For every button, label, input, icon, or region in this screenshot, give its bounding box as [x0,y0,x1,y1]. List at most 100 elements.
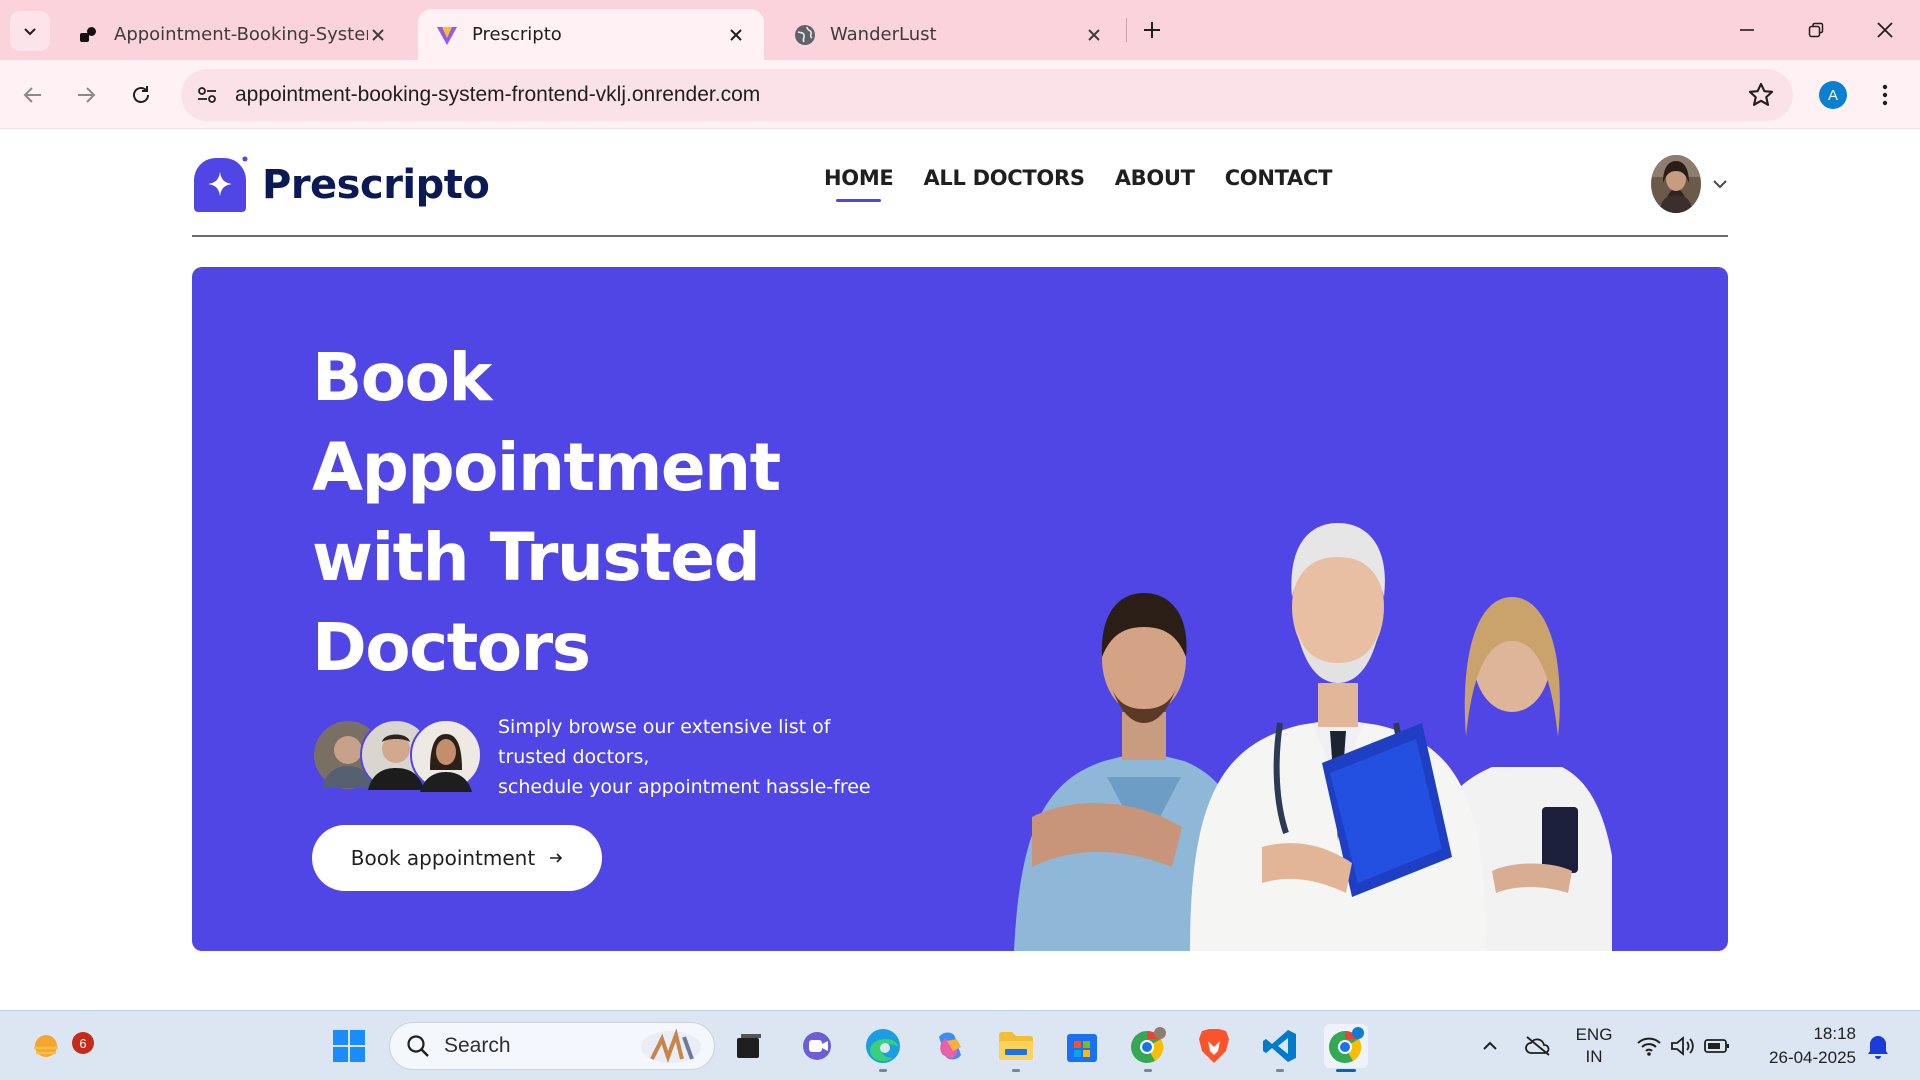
video-chat-icon [803,1032,831,1060]
profile-avatar[interactable]: A [1819,81,1847,109]
start-button[interactable] [327,1024,371,1068]
arrow-right-icon [78,87,96,103]
header-divider [192,235,1728,237]
arrow-right-icon [550,853,563,863]
folder-icon [999,1032,1033,1060]
brand-name: Prescripto [262,162,490,208]
weather-widget[interactable]: 6 [24,1024,94,1068]
clock-date: 26-04-2025 [1769,1048,1856,1067]
vscode-button[interactable] [1258,1024,1302,1072]
plus-icon [1144,22,1160,38]
battery-icon [1704,1039,1729,1053]
forward-button[interactable] [67,76,105,114]
region-code: IN [1585,1047,1603,1066]
copilot-button[interactable] [928,1024,972,1068]
close-icon [1877,22,1893,38]
onedrive-status[interactable] [1516,1024,1560,1068]
windows-taskbar: 6 Search ENG IN 18:18 26-04-2025 [0,1010,1920,1080]
tab-prescripto[interactable]: Prescripto [418,9,764,60]
browser-toolbar: appointment-booking-system-frontend-vklj… [0,60,1920,129]
bell-icon [1868,1036,1888,1059]
chrome-icon [1131,1027,1166,1063]
store-button[interactable] [1060,1024,1104,1068]
arrow-left-icon [23,87,41,103]
restore-icon [1808,22,1824,38]
nav-all-doctors[interactable]: ALL DOCTORS [923,166,1085,190]
address-bar[interactable]: appointment-booking-system-frontend-vklj… [181,69,1793,121]
chrome-profile-button[interactable] [1126,1024,1170,1072]
chevron-down-icon [24,28,36,36]
nav-contact[interactable]: CONTACT [1225,166,1333,190]
chevron-down-icon [1713,180,1727,189]
brand-mark-icon [194,156,248,212]
clock-time: 18:18 [1813,1024,1856,1043]
tab-appointment-booking-system[interactable]: Appointment-Booking-System- [60,9,406,60]
close-tab-icon[interactable] [1084,25,1104,45]
globe-icon [795,24,815,45]
chevron-up-icon [1483,1041,1497,1050]
tab-wanderlust[interactable]: WanderLust [776,9,1122,60]
browser-tab-strip: Appointment-Booking-System- Prescripto W… [0,0,1920,60]
teams-chat-button[interactable] [796,1024,840,1068]
brand-logo-link[interactable]: Prescripto [192,156,490,214]
running-indicator [1012,1069,1020,1072]
book-appointment-button[interactable]: Book appointment [312,825,602,891]
volume-icon [1671,1036,1694,1056]
hero-banner: Book Appointment with Trusted Doctors Si… [192,267,1728,951]
restore-button[interactable] [1791,10,1841,50]
tab-search-button[interactable] [10,11,50,51]
quick-settings-button[interactable] [1628,1024,1738,1068]
running-indicator [879,1069,887,1072]
vite-icon [437,26,457,45]
chrome-active-button[interactable] [1324,1024,1368,1072]
cloud-offline-icon [1525,1036,1550,1056]
main-navigation: HOME ALL DOCTORS ABOUT CONTACT [824,166,1333,202]
edge-icon [866,1029,900,1063]
tab-title: WanderLust [830,24,937,45]
search-highlight-icon [641,1029,701,1064]
close-window-button[interactable] [1860,10,1910,50]
nav-home[interactable]: HOME [824,166,894,202]
web-page: Prescripto HOME ALL DOCTORS ABOUT CONTAC… [0,130,1920,1010]
brave-lion-icon [1199,1029,1229,1063]
edge-button[interactable] [861,1024,905,1072]
tune-icon [198,87,216,103]
site-info-button[interactable] [189,77,225,113]
taskbar-search-box[interactable]: Search [389,1022,715,1070]
github-like-icon [80,26,96,42]
copilot-icon [939,1032,961,1060]
show-hidden-icons-button[interactable] [1468,1024,1512,1068]
browser-menu-button[interactable] [1870,78,1900,112]
hero-description-line: schedule your appointment hassle-free [498,776,871,798]
task-view-button[interactable] [727,1024,771,1068]
book-appointment-label: Book appointment [350,846,536,870]
running-indicator [1144,1069,1152,1072]
tab-title: Appointment-Booking-System- [114,24,368,45]
more-vertical-icon [1882,84,1888,106]
url-text[interactable]: appointment-booking-system-frontend-vklj… [235,83,760,107]
hero-title-line: with Trusted [312,519,761,596]
search-label: Search [444,1034,511,1057]
notifications-button[interactable] [1856,1024,1900,1068]
clock[interactable]: 18:18 26-04-2025 [1756,1022,1856,1070]
doctors-group-image [1014,523,1612,951]
close-tab-icon[interactable] [726,25,746,45]
account-menu-button[interactable] [1651,155,1729,213]
brave-button[interactable] [1192,1024,1236,1068]
language-code: ENG [1575,1025,1613,1044]
windows-logo-icon [333,1030,365,1062]
nav-about[interactable]: ABOUT [1115,166,1195,190]
close-tab-icon[interactable] [368,25,388,45]
store-icon [1067,1034,1097,1062]
minimize-button[interactable] [1722,10,1772,50]
bookmark-star-icon[interactable] [1747,81,1775,109]
new-tab-button[interactable] [1136,12,1168,48]
reload-button[interactable] [122,76,160,114]
input-language-indicator[interactable]: ENG IN [1572,1024,1616,1068]
weather-badge: 6 [72,1032,94,1054]
chrome-icon [1329,1027,1364,1063]
hero-description-line: Simply browse our extensive list of trus… [498,716,831,768]
hero-description: Simply browse our extensive list of trus… [498,712,898,802]
file-explorer-button[interactable] [994,1024,1038,1072]
back-button[interactable] [14,76,52,114]
